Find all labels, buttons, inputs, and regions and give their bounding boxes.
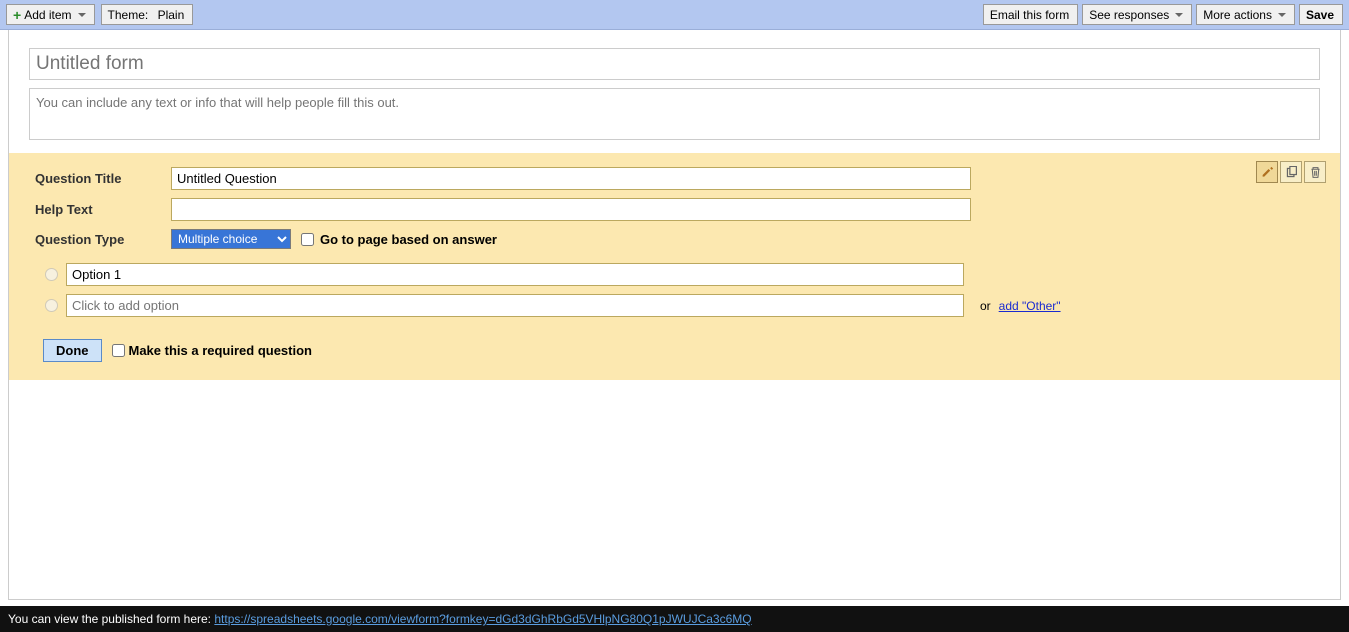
add-option-row: or add "Other" [43,294,1320,317]
help-text-input[interactable] [171,198,971,221]
theme-label: Theme: [108,8,149,22]
question-type-select[interactable]: Multiple choice [171,229,291,249]
question-title-input[interactable] [171,167,971,190]
add-other-link[interactable]: add "Other" [999,299,1061,313]
question-tools [1256,161,1326,183]
delete-question-button[interactable] [1304,161,1326,183]
chevron-down-icon [1278,13,1286,17]
required-label-wrap: Make this a required question [112,343,313,358]
form-header [9,30,1340,153]
question-type-label: Question Type [35,232,171,247]
chevron-down-icon [78,13,86,17]
copy-icon [1285,166,1298,179]
add-option-input[interactable] [66,294,964,317]
options-zone: or add "Other" [43,263,1320,317]
plus-icon: + [13,8,21,22]
more-actions-label: More actions [1203,8,1272,22]
save-button[interactable]: Save [1299,4,1343,25]
option-radio [45,268,58,281]
add-item-button[interactable]: + Add item [6,4,95,25]
option-input[interactable] [66,263,964,286]
required-checkbox[interactable] [112,344,125,357]
question-title-label: Question Title [35,171,171,186]
pencil-icon [1261,166,1274,179]
main-area: Question Title Help Text Question Type M… [8,30,1341,600]
edit-question-button[interactable] [1256,161,1278,183]
theme-value: Plain [158,8,185,22]
save-label: Save [1306,8,1334,22]
help-text-label: Help Text [35,202,171,217]
question-block: Question Title Help Text Question Type M… [9,153,1340,380]
form-title-input[interactable] [29,48,1320,80]
trash-icon [1309,166,1322,179]
more-actions-button[interactable]: More actions [1196,4,1295,25]
go-to-page-label: Go to page based on answer [320,232,497,247]
see-responses-button[interactable]: See responses [1082,4,1192,25]
go-to-page-checkbox[interactable] [301,233,314,246]
form-description-input[interactable] [29,88,1320,140]
email-form-button[interactable]: Email this form [983,4,1078,25]
add-item-label: Add item [24,8,71,22]
done-label: Done [56,343,89,358]
or-text: or [980,299,991,313]
published-form-link[interactable]: https://spreadsheets.google.com/viewform… [214,612,751,626]
toolbar: + Add item Theme: Plain Email this form … [0,0,1349,30]
footer-prefix: You can view the published form here: [8,612,214,626]
required-label: Make this a required question [129,343,313,358]
footer-bar: You can view the published form here: ht… [0,606,1349,632]
see-responses-label: See responses [1089,8,1169,22]
duplicate-question-button[interactable] [1280,161,1302,183]
done-button[interactable]: Done [43,339,102,362]
option-radio [45,299,58,312]
done-row: Done Make this a required question [43,339,1320,362]
chevron-down-icon [1175,13,1183,17]
option-row [43,263,1320,286]
theme-button[interactable]: Theme: Plain [101,4,194,25]
email-form-label: Email this form [990,8,1069,22]
